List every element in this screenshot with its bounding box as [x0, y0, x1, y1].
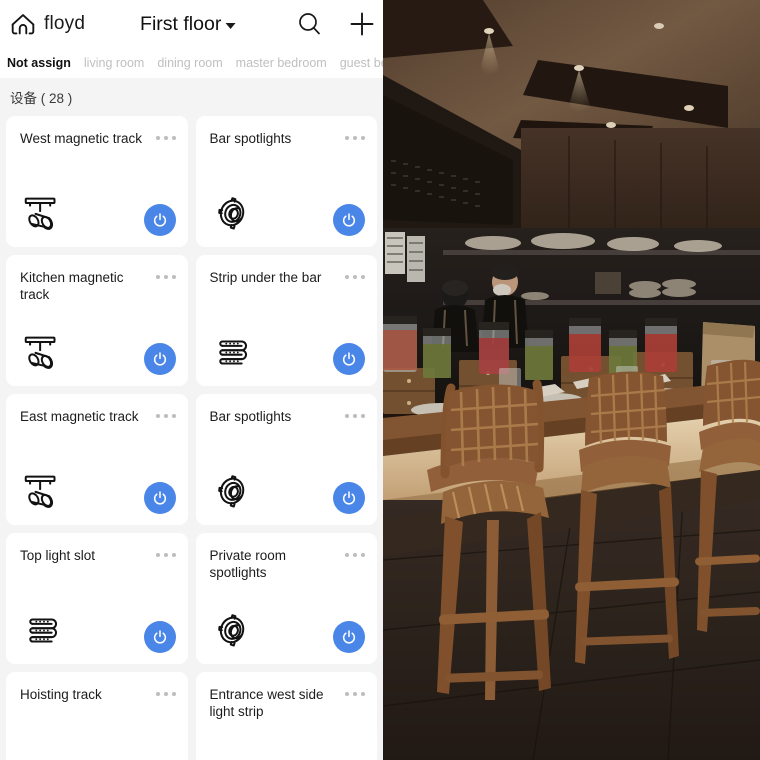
tab-guest-bedroom[interactable]: guest bedroom [340, 56, 383, 70]
device-name: Top light slot [20, 548, 96, 563]
chevron-down-icon [225, 22, 236, 29]
device-card-header: Private room spotlights [209, 547, 365, 581]
device-card-header: Bar spotlights [209, 130, 365, 147]
more-options-icon[interactable] [155, 269, 176, 279]
top-bar: floyd First floor [0, 0, 383, 48]
more-options-icon[interactable] [345, 686, 365, 696]
device-card-body [20, 607, 176, 653]
restaurant-photo [383, 0, 760, 760]
floor-selector[interactable]: First floor [140, 12, 236, 36]
device-card-header: Hoisting track [20, 686, 176, 703]
app-root: floyd First floor Not assign living room… [0, 0, 760, 760]
tab-not-assign[interactable]: Not assign [7, 56, 71, 70]
device-card-body [20, 329, 176, 375]
device-card-header: West magnetic track [20, 130, 176, 147]
track-spotlight-icon [20, 329, 66, 375]
device-card-header: Bar spotlights [209, 408, 365, 425]
device-name: Bar spotlights [209, 409, 292, 424]
tab-master-bedroom[interactable]: master bedroom [236, 56, 327, 70]
device-name: Entrance west side light strip [209, 687, 324, 719]
more-options-icon[interactable] [155, 130, 176, 140]
device-name: Bar spotlights [209, 131, 292, 146]
power-toggle-button[interactable] [333, 204, 365, 236]
device-card[interactable]: Top light slot [6, 533, 188, 664]
track-spotlight-icon [20, 190, 66, 236]
plus-icon[interactable] [347, 9, 377, 39]
device-name: East magnetic track [20, 409, 139, 424]
top-bar-actions [295, 9, 377, 39]
device-card-header: East magnetic track [20, 408, 176, 425]
device-card-body [210, 607, 365, 653]
tab-dining-room[interactable]: dining room [157, 56, 222, 70]
devices-count-label: 设备 ( 28 ) [10, 91, 73, 106]
spotlight-icon [210, 607, 256, 653]
device-card[interactable]: Kitchen magnetic track [6, 255, 188, 386]
home-icon[interactable] [8, 9, 38, 39]
device-card-body [20, 468, 176, 514]
tab-living-room[interactable]: living room [84, 56, 144, 70]
device-card[interactable]: East magnetic track [6, 394, 188, 525]
device-card-header: Strip under the bar [209, 269, 365, 286]
device-card[interactable]: Bar spotlights [195, 394, 377, 525]
devices-section-header: 设备 ( 28 ) [0, 78, 383, 116]
device-card-body [210, 329, 365, 375]
device-panel: floyd First floor Not assign living room… [0, 0, 383, 760]
spotlight-icon [210, 190, 256, 236]
device-card[interactable]: Bar spotlights [195, 116, 377, 247]
device-card[interactable]: West magnetic track [6, 116, 188, 247]
device-name: Hoisting track [20, 687, 102, 702]
power-toggle-button[interactable] [333, 343, 365, 375]
power-toggle-button[interactable] [333, 482, 365, 514]
more-options-icon[interactable] [155, 408, 176, 418]
power-toggle-button[interactable] [333, 621, 365, 653]
device-card-body [210, 468, 365, 514]
power-toggle-button[interactable] [143, 204, 176, 236]
more-options-icon[interactable] [345, 269, 365, 279]
light-strip-icon [20, 607, 66, 653]
device-card-body [20, 190, 176, 236]
device-card[interactable]: Private room spotlights [195, 533, 377, 664]
room-tabs: Not assign living room dining room maste… [0, 48, 383, 78]
device-card-header: Entrance west side light strip [209, 686, 365, 720]
device-name: West magnetic track [20, 131, 143, 146]
device-name: Strip under the bar [209, 270, 322, 285]
restaurant-photo-illustration [383, 0, 760, 760]
more-options-icon[interactable] [345, 547, 365, 557]
device-card-header: Kitchen magnetic track [20, 269, 176, 303]
power-toggle-button[interactable] [143, 621, 176, 653]
power-toggle-button[interactable] [143, 482, 176, 514]
more-options-icon[interactable] [345, 408, 365, 418]
device-card[interactable]: Strip under the bar [195, 255, 377, 386]
floor-label: First floor [140, 12, 222, 35]
device-card[interactable]: Hoisting track [6, 672, 188, 760]
more-options-icon[interactable] [155, 686, 176, 696]
more-options-icon[interactable] [155, 547, 176, 557]
search-icon[interactable] [295, 9, 325, 39]
track-spotlight-icon [20, 468, 66, 514]
light-strip-icon [210, 329, 256, 375]
device-card-header: Top light slot [20, 547, 176, 564]
spotlight-icon [210, 468, 256, 514]
device-name: Private room spotlights [209, 548, 287, 580]
brand-name: floyd [44, 13, 86, 34]
device-grid: West magnetic track Bar spotlights Kitch… [0, 116, 383, 760]
device-card-body [210, 190, 365, 236]
device-card[interactable]: Entrance west side light strip [195, 672, 377, 760]
more-options-icon[interactable] [345, 130, 365, 140]
device-name: Kitchen magnetic track [20, 270, 124, 302]
power-toggle-button[interactable] [143, 343, 176, 375]
